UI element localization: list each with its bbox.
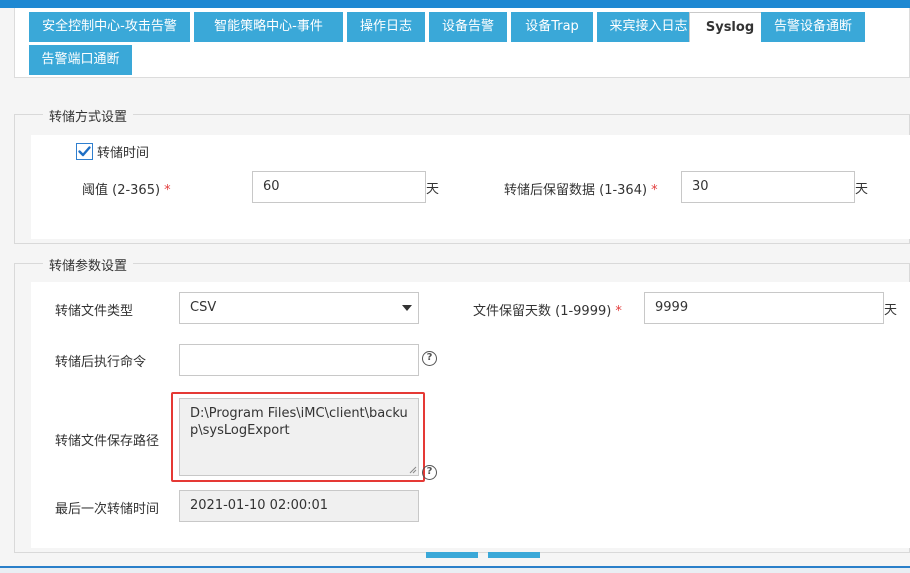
dump-params-title: 转储参数设置 (43, 255, 134, 274)
last-dump-label: 最后一次转储时间 (55, 502, 160, 517)
tab-device-trap[interactable]: 设备Trap (511, 12, 593, 42)
file-type-label: 转储文件类型 (55, 304, 134, 319)
tab-alarm-port-connectivity[interactable]: 告警端口通断 (29, 45, 132, 75)
tab-guest-access-log[interactable]: 来宾接入日志 (597, 12, 700, 42)
retain-label-text: 转储后保留数据 (1-364) (504, 183, 648, 198)
tab-strip: 安全控制中心-攻击告警 智能策略中心-事件 操作日志 设备告警 设备Trap 来… (14, 8, 910, 78)
tab-alarm-device-connectivity[interactable]: 告警设备通断 (761, 12, 865, 42)
save-path-label: 转储文件保存路径 (55, 434, 160, 449)
tab-smart-policy-event[interactable]: 智能策略中心-事件 (194, 12, 343, 42)
file-keep-days-unit: 天 (884, 303, 898, 318)
dump-time-label: 转储时间 (97, 146, 150, 161)
cancel-button[interactable] (488, 552, 540, 558)
resize-grip-icon[interactable] (408, 465, 417, 474)
tab-operation-log[interactable]: 操作日志 (347, 12, 425, 42)
dump-time-checkbox[interactable] (76, 143, 93, 160)
file-keep-days-label: 文件保留天数 (1-9999) * (473, 300, 622, 319)
file-type-value: CSV (190, 300, 217, 315)
file-type-select[interactable]: CSV (179, 292, 419, 324)
required-mark: * (615, 304, 622, 319)
required-mark: * (651, 183, 658, 198)
help-icon[interactable]: ? (422, 465, 437, 480)
last-dump-time-field: 2021-01-10 02:00:01 (179, 490, 419, 522)
file-keep-days-label-text: 文件保留天数 (1-9999) (473, 304, 612, 319)
retain-unit: 天 (855, 182, 869, 197)
post-command-label: 转储后执行命令 (55, 355, 147, 370)
help-icon[interactable]: ? (422, 351, 437, 366)
file-keep-days-input[interactable]: 9999 (644, 292, 884, 324)
confirm-button[interactable] (426, 552, 478, 558)
retain-input[interactable]: 30 (681, 171, 855, 203)
threshold-input[interactable]: 60 (252, 171, 426, 203)
required-mark: * (164, 183, 171, 198)
post-command-input[interactable] (179, 344, 419, 376)
chevron-down-icon (402, 305, 412, 311)
threshold-label: 阈值 (2-365) * (82, 179, 171, 198)
top-accent-bar (0, 0, 910, 8)
bottom-bar (0, 566, 910, 573)
tab-device-alarm[interactable]: 设备告警 (429, 12, 507, 42)
save-path-textarea[interactable]: D:\Program Files\iMC\client\backup\sysLo… (179, 398, 419, 476)
retain-label: 转储后保留数据 (1-364) * (504, 179, 658, 198)
threshold-label-text: 阈值 (2-365) (82, 183, 161, 198)
check-icon (78, 146, 91, 157)
dump-method-title: 转储方式设置 (43, 106, 134, 125)
tab-security-attack-alarm[interactable]: 安全控制中心-攻击告警 (29, 12, 190, 42)
threshold-unit: 天 (426, 182, 440, 197)
save-path-value: D:\Program Files\iMC\client\backup\sysLo… (190, 406, 408, 438)
tab-syslog[interactable]: Syslog (689, 12, 771, 42)
